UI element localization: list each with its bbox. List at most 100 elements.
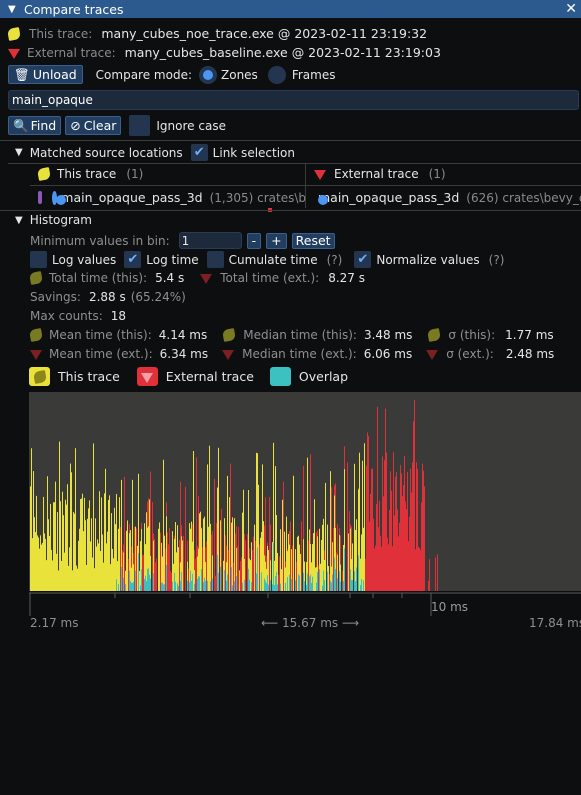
histogram-bar-this — [74, 513, 75, 591]
histogram-bar-external — [215, 575, 216, 591]
histogram-bar-external — [278, 574, 279, 591]
histogram-header[interactable]: ▼ Histogram — [12, 213, 92, 227]
histogram-bar-overlap — [285, 582, 286, 591]
histogram-bar-this — [109, 495, 110, 591]
histogram-bar-overlap — [322, 585, 323, 591]
histogram-bar-external — [252, 550, 253, 591]
histogram-bar-overlap — [256, 573, 257, 591]
collapse-triangle-icon[interactable]: ▼ — [8, 4, 18, 15]
ext-trace-location-row[interactable]: main_opaque_pass_3d (626) crates\bevy_c — [314, 190, 581, 205]
window-titlebar[interactable]: ▼ Compare traces ✕ — [0, 0, 581, 18]
histogram-bar-external — [301, 521, 302, 591]
histogram-bar-external — [237, 546, 238, 591]
zones-radio[interactable] — [199, 65, 217, 84]
histogram-bar-overlap — [334, 557, 335, 591]
ignore-case-checkbox[interactable] — [129, 115, 151, 136]
histogram-bar-this — [242, 512, 243, 591]
log-time-label: Log time — [146, 252, 199, 267]
histogram-bar-this — [111, 513, 112, 591]
find-button[interactable]: 🔍 Find — [8, 116, 62, 135]
link-selection-label: Link selection — [212, 145, 295, 160]
histogram-bar-external — [136, 528, 137, 591]
increment-button[interactable]: + — [266, 232, 287, 249]
histogram-bar-overlap — [298, 574, 299, 591]
histogram-bar-this — [107, 531, 108, 591]
histogram-bar-this — [84, 497, 85, 591]
histogram-bar-this — [52, 560, 53, 591]
divider — [0, 210, 581, 211]
reset-button[interactable]: Reset — [291, 232, 335, 249]
histogram-bar-this — [90, 541, 91, 591]
histogram-bar-external — [230, 463, 231, 591]
histogram-bar-this — [104, 493, 105, 591]
histogram-bar-overlap — [133, 581, 134, 591]
collapse-triangle-icon[interactable]: ▼ — [15, 147, 23, 158]
histogram-bar-overlap — [207, 580, 208, 591]
location-radio[interactable] — [52, 190, 66, 205]
histogram-bar-overlap — [265, 580, 266, 591]
frames-radio[interactable] — [267, 65, 286, 84]
normalize-values-checkbox[interactable]: ✔ — [354, 251, 372, 268]
histogram-bar-external — [128, 558, 129, 591]
log-values-checkbox[interactable] — [30, 251, 47, 268]
histogram-bar-overlap — [303, 572, 304, 591]
histogram-bar-overlap — [150, 578, 151, 591]
histogram-bar-this — [330, 471, 331, 591]
histogram-bar-external — [410, 468, 411, 591]
histogram-bar-external — [228, 550, 229, 591]
histogram-bar-external — [383, 496, 384, 591]
savings-value: 2.88 s — [88, 290, 126, 304]
this-trace-location-row[interactable]: main_opaque_pass_3d (1,305) crates\b — [38, 190, 306, 205]
histogram-bar-overlap — [118, 584, 119, 591]
link-selection-checkbox[interactable]: ✔ — [190, 144, 208, 161]
median-this-label: Median time (this): — [243, 328, 357, 342]
histogram-bar-this — [282, 499, 283, 591]
clear-button[interactable]: ⊘ Clear — [65, 116, 122, 135]
histogram-bar-overlap — [276, 571, 277, 591]
histogram-bar-this — [286, 516, 287, 591]
histogram-bar-overlap — [204, 577, 205, 591]
cumulate-time-checkbox[interactable] — [206, 251, 224, 268]
unload-button[interactable]: 🗑 Unload — [8, 65, 83, 84]
decrement-button[interactable]: - — [246, 232, 262, 249]
histogram-bar-this — [50, 503, 51, 591]
histogram-bar-external — [349, 510, 350, 591]
min-values-input[interactable]: 1 — [178, 232, 242, 249]
histogram-bar-this — [258, 484, 259, 591]
histogram-bar-this — [218, 447, 219, 591]
histogram-bar-external — [342, 570, 343, 591]
histogram-bar-this — [60, 501, 61, 591]
collapse-triangle-icon[interactable]: ▼ — [15, 215, 23, 226]
histogram-bar-this — [62, 491, 63, 591]
histogram-bar-external — [417, 468, 418, 591]
median-this-value: 3.48 ms — [363, 328, 413, 342]
histogram-options-row: Log values ✔ Log time Cumulate time (?) … — [30, 251, 504, 268]
histogram-bar-overlap — [310, 574, 311, 591]
cumulate-help-icon[interactable]: (?) — [327, 253, 343, 267]
histogram-bar-external — [389, 509, 390, 591]
histogram-bar-overlap — [234, 581, 235, 591]
lemon-icon — [7, 26, 21, 41]
histogram-bar-this — [280, 529, 281, 591]
histogram-bar-this — [256, 452, 257, 591]
normalize-help-icon[interactable]: (?) — [489, 253, 505, 267]
total-this-value: 5.4 s — [155, 271, 185, 285]
log-time-checkbox[interactable]: ✔ — [124, 251, 142, 268]
histogram-bar-external — [143, 554, 144, 591]
matched-header[interactable]: ▼ Matched source locations ✔ Link select… — [12, 144, 295, 161]
histogram-bar-external — [196, 457, 197, 591]
histogram-bar-overlap — [163, 584, 164, 591]
histogram-bar-external — [170, 570, 171, 591]
histogram-bar-overlap — [261, 572, 262, 591]
histogram-bar-external — [405, 501, 406, 591]
close-icon[interactable]: ✕ — [565, 0, 577, 18]
this-trace-label: This trace: — [29, 26, 93, 41]
histogram-bar-this — [101, 497, 102, 591]
histogram-bar-overlap — [331, 582, 332, 591]
histogram-bar-this — [177, 525, 178, 591]
histogram-plot[interactable]: 10 ms — [0, 390, 581, 630]
histogram-bar-overlap — [138, 553, 139, 591]
search-input-value: main_opaque — [12, 93, 93, 107]
ext-stats-row: Mean time (ext.): 6.34 ms Median time (e… — [30, 347, 554, 361]
search-input[interactable]: main_opaque — [8, 90, 579, 110]
